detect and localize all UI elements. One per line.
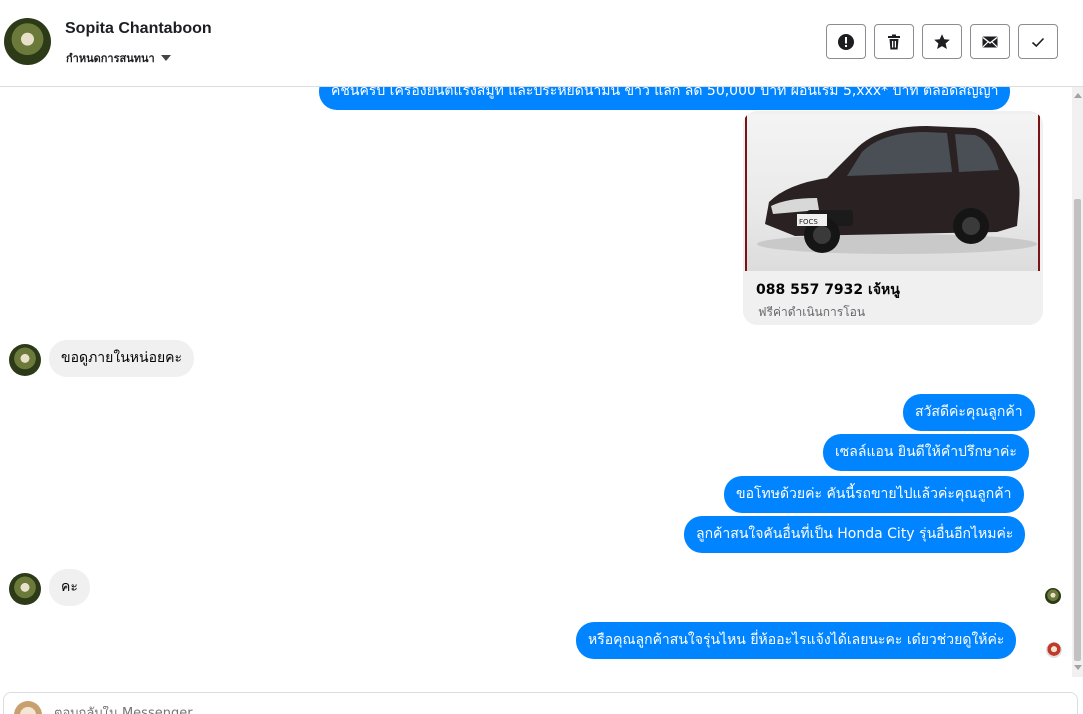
card-subtitle: ฟรีค่าดำเนินการโอน [758,305,866,319]
mark-unread-button[interactable] [970,24,1010,59]
conversation-options-label: กำหนดการสนทนา [66,52,155,65]
car-image: FOCS [757,126,1037,254]
seen-indicator [1045,588,1061,604]
contact-name[interactable]: Sopita Chantaboon [65,20,212,38]
car-plate-text: FOCS [799,218,818,226]
message-outgoing[interactable]: สวัสดีค่ะคุณลูกค้า [903,394,1035,431]
message-outgoing[interactable]: ขอโทษด้วยค่ะ คันนี้รถขายไปแล้วค่ะคุณลูกค… [724,476,1024,513]
star-icon [934,33,950,49]
message-outgoing[interactable]: คชันครับ เครื่องยนต์แรงสมูท และประหยัดน้… [319,87,1011,110]
sender-avatar[interactable] [9,573,41,605]
check-icon [1031,37,1045,47]
message-outgoing[interactable]: เซลล์แอน ยินดีให้คำปรึกษาค่ะ [823,434,1029,471]
star-button[interactable] [922,24,962,59]
conversation-header: Sopita Chantaboon กำหนดการสนทนา [0,0,1083,87]
alert-icon [838,33,854,50]
card-title[interactable]: 088 557 7932 เจ้หนู [756,279,900,301]
scroll-up-arrow-icon[interactable] [1074,93,1082,98]
message-incoming[interactable]: ขอดูภายในหน่อยคะ [49,340,195,377]
contact-avatar[interactable] [4,18,51,65]
conversation-options[interactable]: กำหนดการสนทนา [66,49,171,67]
scroll-down-arrow-icon[interactable] [1074,665,1082,670]
message-outgoing[interactable]: หรือคุณลูกค้าสนใจรุ่นไหน ยี่ห้ออะไรแจ้งไ… [576,622,1017,659]
message-thread: คชันครับ เครื่องยนต์แรงสมูท และประหยัดน้… [0,87,1072,677]
delete-button[interactable] [874,24,914,59]
message-incoming[interactable]: คะ [49,569,90,606]
page-avatar [14,701,42,714]
message-composer [3,692,1078,714]
envelope-icon [982,36,998,47]
car-photo[interactable]: FOCS [745,114,1040,271]
sender-avatar[interactable] [9,344,41,376]
scroll-thumb[interactable] [1074,199,1081,661]
chevron-down-icon [160,55,171,61]
spam-button[interactable] [826,24,866,59]
done-button[interactable] [1018,24,1058,59]
page-avatar [1046,642,1062,658]
chat-scrollbar[interactable] [1072,87,1083,677]
reply-input[interactable] [54,706,654,714]
product-card[interactable]: FOCS 088 557 7932 เจ้หนู ฟรีค่าดำเนินการ… [743,111,1043,325]
message-outgoing[interactable]: ลูกค้าสนใจคันอื่นที่เป็น Honda City รุ่น… [684,516,1026,553]
trash-icon [888,34,900,49]
